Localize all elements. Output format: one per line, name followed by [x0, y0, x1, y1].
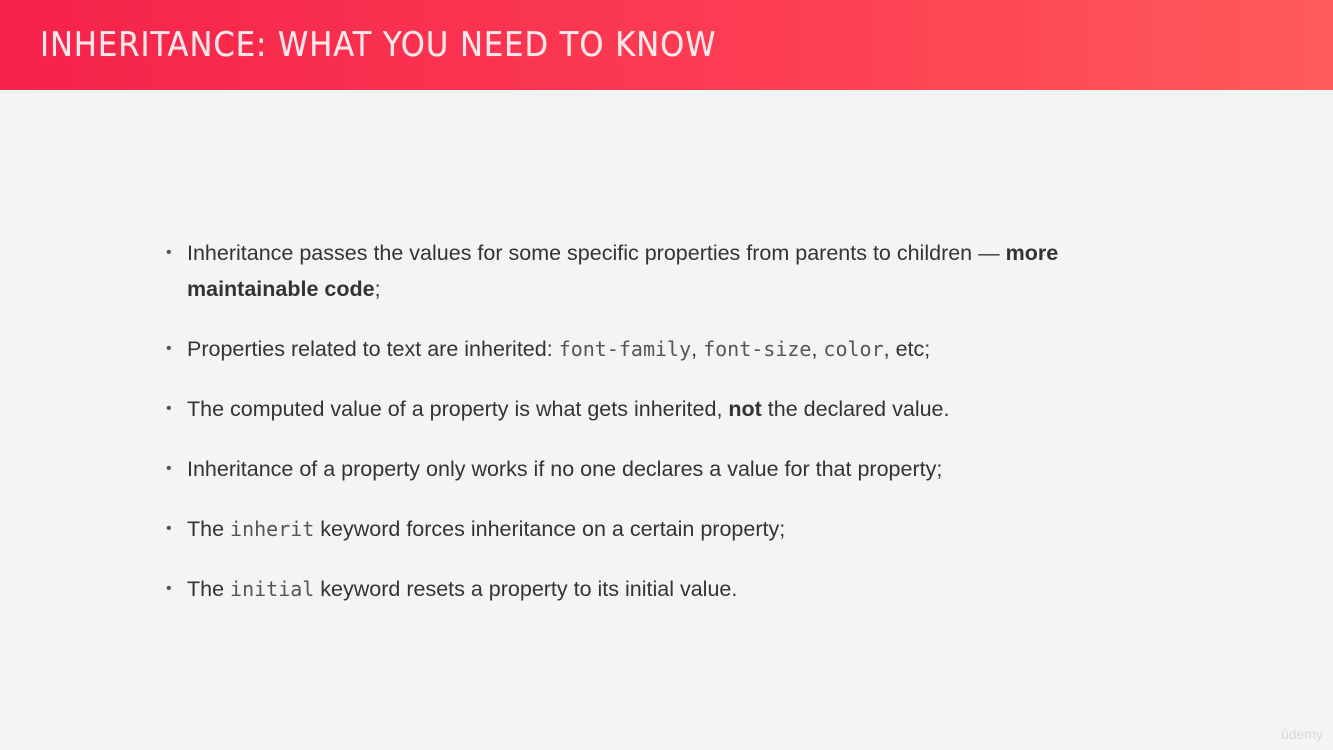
bullet-list: • Inheritance passes the values for some …	[165, 235, 1095, 607]
bullet-5-text-b: keyword forces inheritance on a certain …	[314, 517, 786, 541]
bullet-3-text-a: The computed value of a property is what…	[187, 397, 729, 421]
bullet-dot: •	[166, 580, 172, 597]
bullet-1-text-b: ;	[374, 277, 381, 301]
bullet-2-sep-1: ,	[691, 337, 704, 361]
bullet-dot: •	[166, 520, 172, 537]
bullet-5-text-a: The	[187, 517, 231, 541]
code-font-size: font-size	[703, 337, 812, 361]
bullet-item-2: • Properties related to text are inherite…	[165, 331, 1095, 367]
bullet-2-sep-2: ,	[811, 337, 824, 361]
bullet-item-5: • The inherit keyword forces inheritance …	[165, 511, 1095, 547]
bullet-item-3: • The computed value of a property is wha…	[165, 391, 1095, 427]
udemy-watermark: ûdemy	[1280, 726, 1323, 742]
bullet-3-bold: not	[728, 397, 762, 421]
bullet-dot: •	[166, 400, 172, 417]
bullet-2-text-b: , etc;	[883, 337, 931, 361]
code-initial: initial	[230, 577, 315, 601]
bullet-6-text-a: The	[187, 577, 231, 601]
bullet-2-text-a: Properties related to text are inherited…	[187, 337, 559, 361]
bullet-dot: •	[166, 340, 172, 357]
bullet-dot: •	[166, 244, 172, 261]
slide-title: INHERITANCE: WHAT YOU NEED TO KNOW	[40, 25, 717, 65]
bullet-1-text-a: Inheritance passes the values for some s…	[187, 241, 1006, 265]
bullet-item-4: • Inheritance of a property only works if…	[165, 451, 1095, 487]
bullet-6-text-b: keyword resets a property to its initial…	[314, 577, 738, 601]
bullet-item-6: • The initial keyword resets a property t…	[165, 571, 1095, 607]
title-bar: INHERITANCE: WHAT YOU NEED TO KNOW	[0, 0, 1333, 90]
bullet-4-text: Inheritance of a property only works if …	[187, 457, 943, 481]
code-inherit: inherit	[230, 517, 315, 541]
bullet-dot: •	[166, 460, 172, 477]
code-font-family: font-family	[558, 337, 692, 361]
bullet-item-1: • Inheritance passes the values for some …	[165, 235, 1095, 307]
bullet-3-text-b: the declared value.	[761, 397, 950, 421]
code-color: color	[823, 337, 884, 361]
